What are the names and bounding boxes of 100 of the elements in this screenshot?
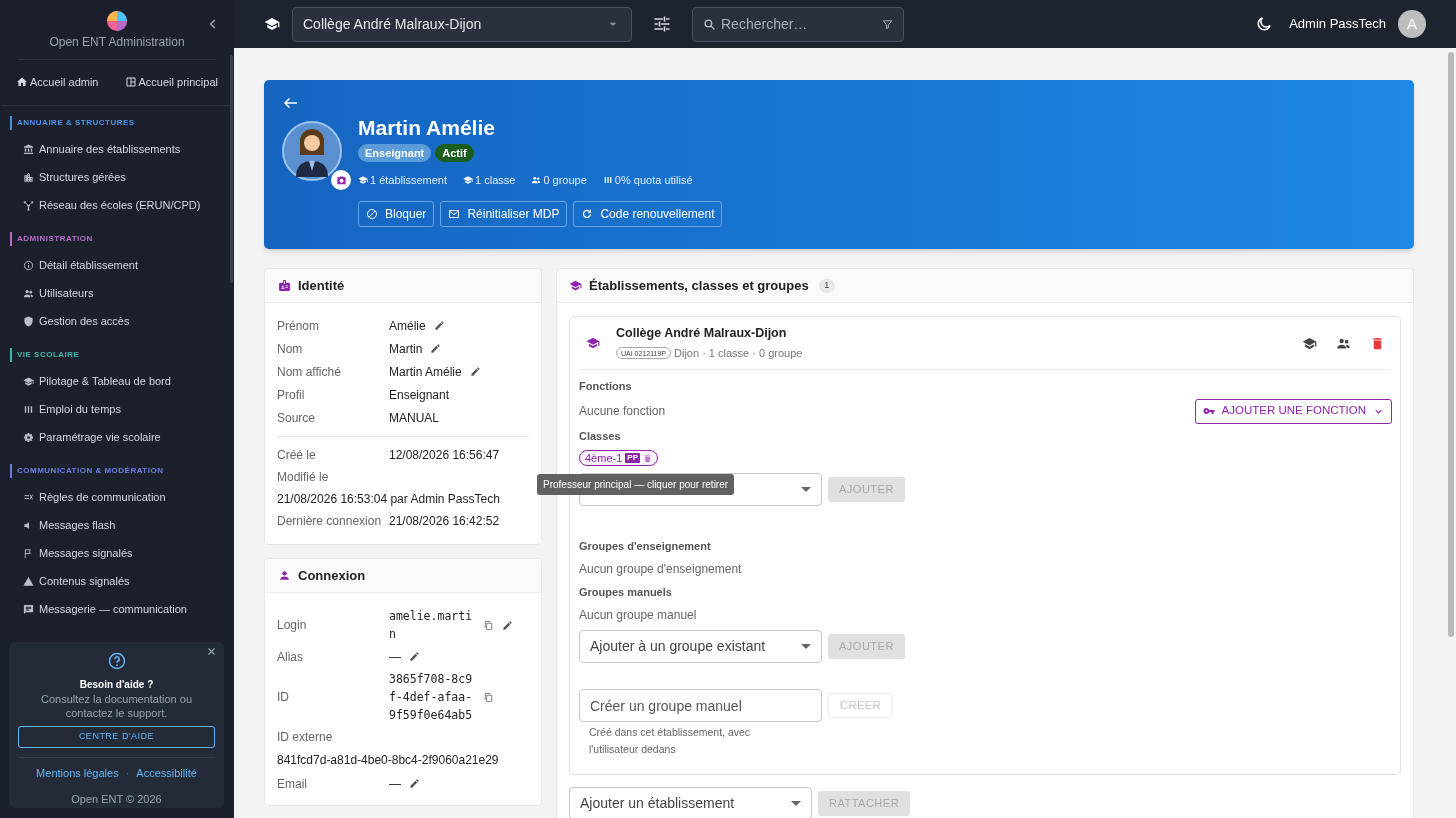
bank-icon	[23, 144, 34, 155]
nav-item[interactable]: Emploi du temps	[23, 395, 125, 424]
list-icon	[602, 175, 613, 186]
field-value: Martin	[389, 340, 423, 358]
edit-button[interactable]	[430, 343, 442, 354]
field-value: 841fcd7d-a81d-4be0-8bc4-2f9060a21e29	[277, 752, 500, 769]
camera-button[interactable]	[331, 170, 351, 190]
logo-icon	[106, 10, 128, 32]
help-icon	[107, 652, 126, 670]
edit-button[interactable]	[502, 619, 513, 631]
flag-icon	[23, 548, 34, 559]
footer-link[interactable]: Accessibilité	[136, 765, 197, 782]
help-center-button[interactable]: CENTRE D'AIDE	[18, 726, 215, 748]
quick-link[interactable]: Accueil admin	[16, 74, 99, 91]
people-icon	[531, 175, 542, 186]
copy-button[interactable]	[483, 619, 494, 631]
empty-text: Aucun groupe d'enseignement	[579, 560, 743, 578]
action-button[interactable]: Réinitialiser MDP	[440, 200, 568, 227]
edit-button[interactable]	[433, 320, 445, 331]
pencil-icon	[433, 320, 445, 331]
panel-icon	[124, 76, 137, 89]
field-label: Email	[277, 775, 308, 793]
section-title: ANNUAIRE & STRUCTURES	[17, 116, 135, 129]
pencil-icon	[409, 651, 420, 662]
section-title: COMMUNICATION & MODÉRATION	[17, 464, 164, 477]
copyright: Open ENT © 2026	[71, 791, 162, 807]
app-title: Open ENT Administration	[49, 34, 185, 51]
field-label: ID externe	[277, 729, 334, 746]
status-badge: Actif	[435, 144, 474, 162]
empty-text: Aucun groupe manuel	[579, 607, 698, 624]
nav-item[interactable]: Utilisateurs	[23, 279, 98, 308]
pencil-icon	[430, 343, 442, 354]
nav-item[interactable]: Annuaire des établissements	[23, 135, 185, 164]
search-field[interactable]: Rechercher…	[692, 6, 904, 42]
field-value: Enseignant	[389, 386, 450, 404]
scrollbar[interactable]	[1448, 52, 1454, 637]
field-label: Source	[277, 409, 317, 427]
nav-item[interactable]: Messages signalés	[23, 539, 137, 568]
edit-button[interactable]	[409, 778, 420, 789]
nav-item[interactable]: Structures gérées	[23, 163, 130, 192]
graduation-cap-icon	[569, 279, 582, 292]
nav-item[interactable]: Détail établissement	[23, 251, 143, 280]
class-chip[interactable]: 4ème-1 PP	[579, 450, 658, 466]
field-value: Martin Amélie	[389, 363, 462, 381]
warning-icon	[23, 576, 34, 587]
graduation-cap-icon	[463, 175, 474, 186]
stat-label: 1 classe	[475, 173, 516, 188]
nav-item[interactable]: Gestion des accès	[23, 307, 134, 336]
footer-link[interactable]: Mentions légales	[36, 765, 119, 782]
status-badge: Enseignant	[358, 144, 432, 162]
shield-icon	[23, 316, 34, 327]
establishment-name: Collège André Malraux-Dijon	[616, 325, 788, 343]
field-value: 12/08/2026 16:56:47	[389, 447, 500, 464]
user-name-title: Martin Amélie	[358, 115, 496, 141]
trash-button[interactable]	[1370, 335, 1385, 351]
key-icon	[1202, 405, 1215, 417]
nav-item[interactable]: Règles de communication	[23, 483, 170, 512]
nav-item[interactable]: Messages flash	[23, 511, 120, 540]
edit-button[interactable]	[409, 651, 420, 662]
search-input[interactable]: Rechercher…	[721, 13, 877, 35]
bars-icon	[23, 404, 34, 415]
field-value: —	[389, 648, 401, 666]
nav-item[interactable]: Pilotage & Tableau de bord	[23, 367, 175, 396]
pencil-icon	[502, 619, 513, 631]
action-button[interactable]: Bloquer	[358, 200, 435, 227]
caret-icon	[801, 487, 811, 492]
nav-item[interactable]: Réseau des écoles (ERUN/CPD)	[23, 191, 205, 220]
sidebar-scrollbar[interactable]	[230, 55, 233, 283]
graduation-cap-icon	[358, 175, 368, 186]
nav-item[interactable]: Contenus signalés	[23, 567, 134, 596]
stat-label: 0 groupe	[543, 173, 587, 188]
establishment-meta: Dijon · 1 classe · 0 groupe	[674, 346, 803, 362]
filter-button[interactable]	[652, 14, 672, 34]
graduation-cap-button[interactable]	[1302, 335, 1317, 351]
add-function-button[interactable]: AJOUTER UNE FONCTION	[1194, 398, 1392, 424]
person-icon	[278, 569, 291, 582]
caret-icon	[791, 801, 801, 806]
close-icon	[207, 647, 216, 656]
school-select[interactable]: Collège André Malraux-Dijon	[292, 6, 632, 42]
section-title: VIE SCOLAIRE	[17, 348, 80, 361]
nav-item[interactable]: Paramétrage vie scolaire	[23, 423, 165, 452]
field-label: Prénom	[277, 317, 321, 335]
mail-icon	[448, 207, 461, 220]
field-value: 21/08/2026 16:53:04 par Admin PassTech	[277, 491, 501, 508]
close-button[interactable]	[207, 647, 216, 656]
search-icon	[703, 17, 716, 31]
copy-button[interactable]	[483, 691, 494, 703]
sliders-icon	[652, 14, 672, 34]
action-button[interactable]: Code renouvellement	[573, 200, 723, 227]
field-label: Modifié le	[277, 469, 330, 486]
pp-tag: PP	[625, 453, 640, 463]
stat-label: 1 établissement	[370, 173, 448, 188]
help-title: Besoin d'aide ?	[79, 678, 154, 692]
section-label: Groupes d'enseignement	[579, 539, 712, 554]
nav-item[interactable]: Messagerie — communication	[23, 595, 191, 624]
edit-button[interactable]	[469, 366, 481, 377]
empty-text: Aucune fonction	[579, 403, 666, 420]
card-title: Connexion	[298, 566, 366, 585]
pencil-icon	[409, 778, 420, 789]
quick-link[interactable]: Accueil principal	[124, 74, 218, 91]
